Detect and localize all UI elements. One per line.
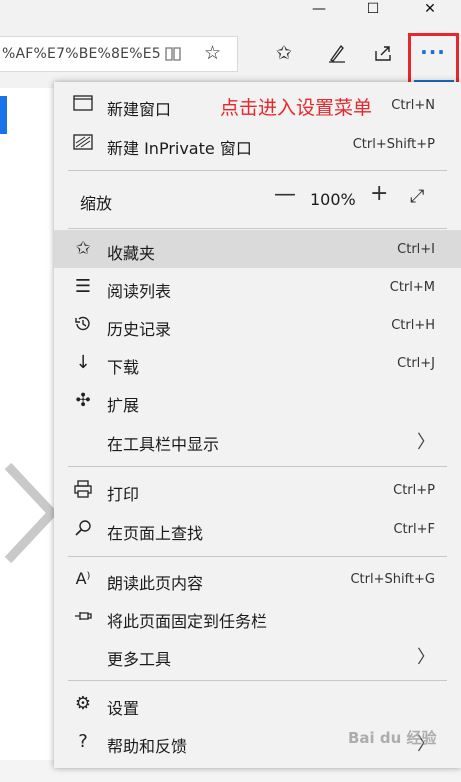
menu-shortcut: Ctrl+H [391, 318, 435, 333]
menu-label: 收藏夹 [107, 244, 156, 263]
page-blue-element [0, 96, 7, 134]
menu-item-read-aloud[interactable]: A⁾ 朗读此页内容 Ctrl+Shift+G [54, 560, 461, 598]
zoom-label: 缩放 [80, 194, 113, 213]
menu-item-reading-list[interactable]: ☰ 阅读列表 Ctrl+M [54, 268, 461, 306]
menu-label: 历史记录 [107, 320, 172, 339]
menu-item-downloads[interactable]: ↓ 下载 Ctrl+J [54, 344, 461, 382]
gear-icon: ⚙ [74, 693, 92, 714]
menu-label: 帮助和反馈 [107, 737, 188, 756]
menu-label: 下载 [107, 358, 140, 377]
menu-divider [68, 466, 447, 467]
pen-icon[interactable] [326, 42, 348, 68]
menu-label: 打印 [107, 485, 140, 504]
page-next-arrow-icon[interactable] [0, 458, 60, 568]
menu-label: 在页面上查找 [107, 524, 204, 543]
menu-shortcut: Ctrl+J [397, 356, 435, 371]
menu-label: 在工具栏中显示 [107, 435, 220, 454]
menu-item-settings[interactable]: ⚙ 设置 [54, 685, 461, 723]
puzzle-icon: ✣ [75, 390, 91, 411]
zoom-out-button[interactable]: — [274, 182, 296, 207]
menu-label: 设置 [107, 699, 140, 718]
menu-shortcut: Ctrl+N [391, 98, 435, 113]
menu-shortcut: Ctrl+M [389, 280, 435, 295]
zoom-in-button[interactable]: + [370, 181, 388, 206]
more-button[interactable]: ··· [420, 40, 446, 64]
menu-item-show-in-toolbar[interactable]: 在工具栏中显示 〉 [54, 421, 461, 459]
zoom-value: 100% [310, 190, 356, 209]
menu-item-pin-to-taskbar[interactable]: 将此页面固定到任务栏 [54, 598, 461, 636]
search-icon [72, 518, 94, 540]
inprivate-window-icon [72, 133, 94, 155]
maximize-icon: ☐ [366, 1, 380, 17]
menu-divider [68, 170, 447, 171]
menu-shortcut: Ctrl+F [393, 522, 435, 537]
menu-shortcut: Ctrl+I [397, 242, 435, 257]
menu-label: 朗读此页内容 [107, 574, 204, 593]
menu-divider [68, 680, 447, 681]
menu-divider [68, 556, 447, 557]
chevron-right-icon: 〉 [417, 432, 435, 453]
pin-icon [72, 606, 94, 628]
menu-label: 扩展 [107, 396, 140, 415]
close-icon: ✕ [424, 1, 436, 17]
menu-label: 更多工具 [107, 650, 172, 669]
window-icon [72, 94, 94, 116]
reading-list-icon: ☰ [74, 276, 92, 297]
menu-item-print[interactable]: 打印 Ctrl+P [54, 471, 461, 509]
share-icon[interactable] [372, 42, 394, 68]
menu-label: 阅读列表 [107, 282, 172, 301]
menu-label: 新建窗口 [107, 100, 172, 119]
download-arrow-icon: ↓ [75, 352, 91, 373]
star-icon[interactable]: ☆ [204, 44, 221, 63]
menu-label: 新建 InPrivate 窗口 [107, 139, 252, 158]
menu-item-history[interactable]: 历史记录 Ctrl+H [54, 306, 461, 344]
menu-shortcut: Ctrl+Shift+G [350, 572, 435, 587]
menu-divider [68, 228, 447, 229]
menu-item-more-tools[interactable]: 更多工具 〉 [54, 636, 461, 674]
menu-item-extensions[interactable]: ✣ 扩展 [54, 382, 461, 420]
browser-toolbar: %AF%E7%BE%8E%E5 ☆ ✩ [0, 20, 461, 88]
menu-item-find-on-page[interactable]: 在页面上查找 Ctrl+F [54, 510, 461, 548]
menu-item-favorites[interactable]: ✩ 收藏夹 Ctrl+I [54, 230, 461, 268]
minimize-button[interactable]: — [296, 0, 342, 20]
close-window-button[interactable]: ✕ [407, 0, 453, 20]
star-list-icon[interactable]: ✩ [276, 44, 292, 63]
menu-shortcut: Ctrl+Shift+P [352, 137, 435, 152]
chevron-right-icon: 〉 [417, 647, 435, 668]
menu-shortcut: Ctrl+P [393, 483, 435, 498]
watermark: Bai du 经验 [348, 729, 437, 747]
title-bar: — ☐ ✕ [0, 0, 461, 20]
book-icon[interactable] [164, 45, 182, 67]
question-icon: ? [78, 731, 88, 752]
menu-label: 将此页面固定到任务栏 [107, 612, 268, 631]
address-bar[interactable]: %AF%E7%BE%8E%E5 ☆ [0, 36, 238, 72]
settings-menu: 新建窗口 Ctrl+N 新建 InPrivate 窗口 Ctrl+Shift+P… [54, 82, 461, 768]
menu-item-new-inprivate[interactable]: 新建 InPrivate 窗口 Ctrl+Shift+P [54, 125, 461, 163]
address-text: %AF%E7%BE%8E%E5 [2, 46, 161, 62]
maximize-button[interactable]: ☐ [350, 0, 396, 20]
printer-icon [72, 479, 94, 501]
read-aloud-icon: A⁾ [75, 569, 91, 588]
fullscreen-icon[interactable]: ⤢ [410, 186, 424, 207]
history-icon [72, 314, 94, 336]
annotation-text: 点击进入设置菜单 [220, 97, 373, 119]
minimize-icon: — [312, 1, 326, 17]
favorites-star-icon: ✩ [75, 238, 91, 259]
